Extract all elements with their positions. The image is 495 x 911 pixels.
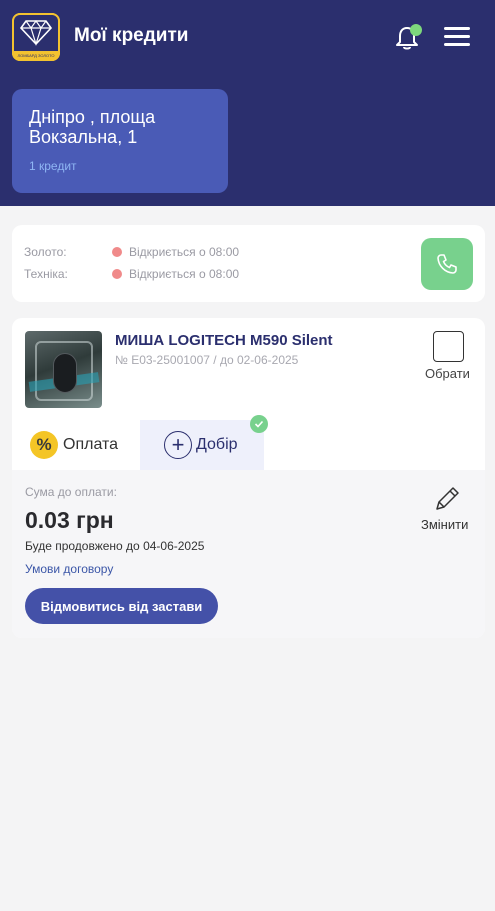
pencil-icon[interactable] — [432, 484, 462, 514]
refuse-pledge-button[interactable]: Відмовитись від застави — [25, 588, 218, 624]
tab-payment[interactable]: % Оплата — [12, 420, 136, 470]
amount-label: Сума до оплати: — [25, 485, 117, 499]
check-icon — [250, 415, 268, 433]
call-button[interactable] — [421, 238, 473, 290]
extended-until: Буде продовжено до 04-06-2025 — [25, 539, 205, 553]
loan-card: МИША LOGITECH M590 Silent № Е03-25001007… — [12, 318, 485, 638]
branch-loan-count: 1 кредит — [29, 159, 77, 173]
contract-terms-link[interactable]: Умови договору — [25, 562, 113, 576]
diamond-icon — [20, 19, 52, 46]
tab-extra-loan[interactable]: + Добір — [140, 420, 264, 470]
branch-card[interactable]: Дніпро , площа Вокзальна, 1 1 кредит — [12, 89, 228, 193]
hours-row-gold: Золото: Відкриється о 08:00 — [24, 245, 239, 259]
hours-status: Відкриється о 08:00 — [129, 267, 240, 281]
edit-label[interactable]: Змінити — [421, 517, 468, 532]
percent-icon: % — [30, 431, 58, 459]
payment-panel: Сума до оплати: 0.03 грн Буде продовжено… — [12, 470, 485, 638]
page-title: Мої кредити — [74, 25, 189, 46]
item-name: МИША LOGITECH M590 Silent — [115, 332, 333, 349]
item-number: № Е03-25001007 / до 02-06-2025 — [115, 353, 299, 367]
hamburger-menu-icon[interactable] — [444, 27, 470, 47]
notification-dot — [410, 24, 422, 36]
logo-text: ЛОМБАРД ЗОЛОТО — [12, 51, 60, 61]
closed-status-dot — [112, 269, 122, 279]
logo[interactable]: ЛОМБАРД ЗОЛОТО — [12, 13, 60, 61]
branch-name: Дніпро , площа Вокзальна, 1 — [29, 107, 156, 147]
tab-payment-label: Оплата — [63, 436, 119, 453]
app-header: ЛОМБАРД ЗОЛОТО Мої кредити Дніпро , площ… — [0, 0, 495, 206]
hours-status: Відкриється о 08:00 — [129, 245, 240, 259]
amount-value: 0.03 грн — [25, 507, 114, 533]
phone-icon — [437, 254, 457, 274]
hours-label: Техніка: — [24, 267, 68, 281]
select-checkbox[interactable] — [433, 331, 464, 362]
working-hours-card: Золото: Відкриється о 08:00 Техніка: Від… — [12, 225, 485, 302]
item-photo[interactable] — [25, 331, 102, 408]
closed-status-dot — [112, 247, 122, 257]
select-label: Обрати — [425, 366, 470, 381]
tab-extra-label: Добір — [196, 436, 238, 453]
plus-circle-icon: + — [164, 431, 192, 459]
hours-label: Золото: — [24, 245, 67, 259]
hours-row-tech: Техніка: Відкриється о 08:00 — [24, 267, 239, 281]
